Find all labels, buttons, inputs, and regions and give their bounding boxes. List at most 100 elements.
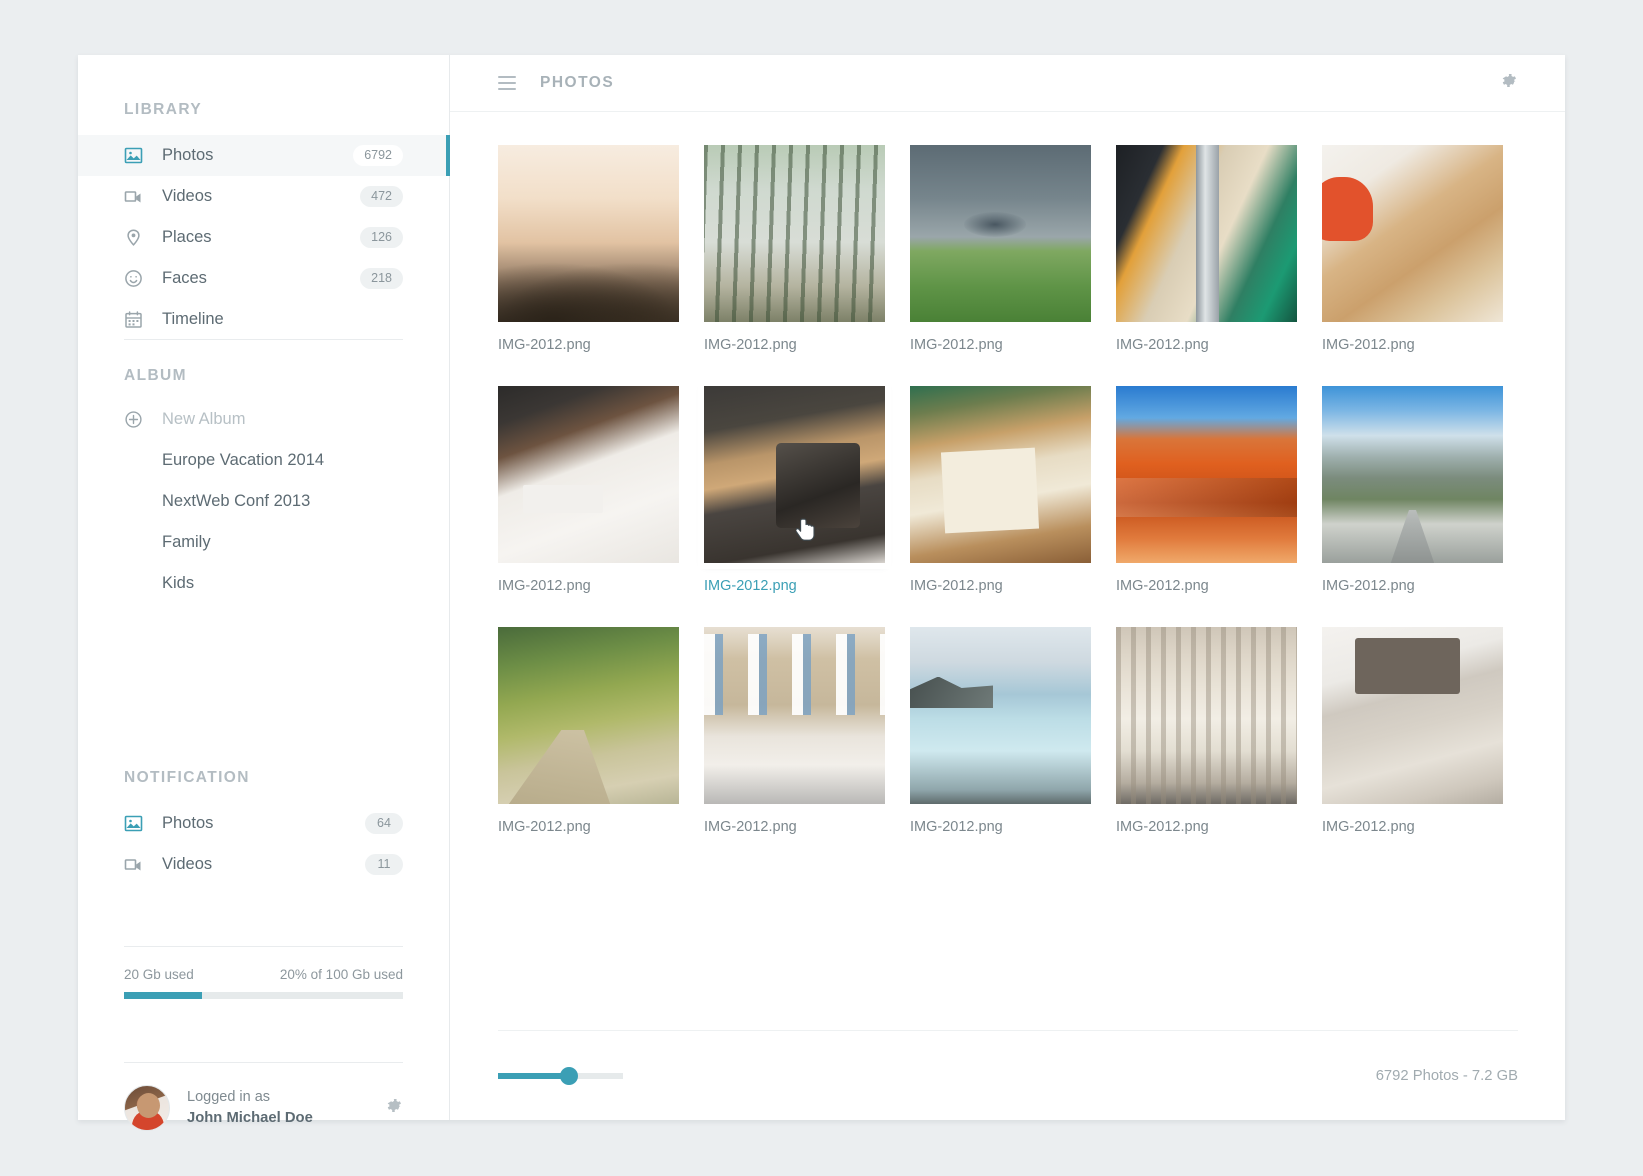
page-title: PHOTOS [540,74,615,91]
photo-caption: IMG-2012.png [1116,578,1209,594]
album-nav-list: New Album Europe Vacation 2014 NextWeb C… [78,399,449,604]
photo-thumbnail[interactable] [704,386,885,563]
photo-caption: IMG-2012.png [704,578,797,594]
photo-thumbnail[interactable] [1322,145,1503,322]
album-label: Family [162,533,211,551]
sidebar-item-videos[interactable]: Videos 472 [78,176,449,217]
avatar [124,1085,170,1131]
photo-cell[interactable]: IMG-2012.png [1322,386,1503,594]
pin-icon [124,228,143,247]
photo-caption: IMG-2012.png [704,337,797,353]
notification-nav-list: Photos 64 Videos 11 [78,803,449,885]
zoom-slider-thumb[interactable] [560,1066,579,1085]
photo-cell[interactable]: IMG-2012.png [498,627,679,835]
photo-cell[interactable]: IMG-2012.png [704,627,885,835]
sidebar-album-kids[interactable]: Kids [78,563,449,604]
video-icon [124,855,143,874]
sidebar-item-label: Photos [162,146,214,164]
new-album-label: New Album [162,410,246,428]
user-text: Logged in as John Michael Doe [187,1087,384,1129]
photo-cell[interactable]: IMG-2012.png [1322,145,1503,353]
photo-caption: IMG-2012.png [498,337,591,353]
sidebar-album-family[interactable]: Family [78,522,449,563]
photo-caption: IMG-2012.png [1322,819,1415,835]
photo-thumbnail[interactable] [910,386,1091,563]
hamburger-icon[interactable] [498,76,516,90]
photo-thumbnail[interactable] [910,627,1091,804]
photo-thumbnail[interactable] [498,145,679,322]
library-section-title: LIBRARY [124,101,203,118]
storage-meter: 20 Gb used 20% of 100 Gb used [124,967,403,999]
notification-item-photos[interactable]: Photos 64 [78,803,449,844]
sidebar-item-label: Places [162,228,212,246]
notification-section-title: NOTIFICATION [124,769,250,786]
photo-cell[interactable]: IMG-2012.png [910,386,1091,594]
library-stats: 6792 Photos - 7.2 GB [1375,1067,1518,1084]
user-name: John Michael Doe [187,1109,313,1126]
photo-thumbnail[interactable] [498,627,679,804]
album-label: Kids [162,574,195,592]
image-icon [124,146,143,165]
sidebar-item-faces[interactable]: Faces 218 [78,258,449,299]
photo-cell[interactable]: IMG-2012.png [498,145,679,353]
sidebar-item-badge: 472 [360,186,403,207]
sidebar-item-badge: 6792 [353,145,403,166]
photo-caption: IMG-2012.png [1322,578,1415,594]
zoom-slider[interactable] [498,1066,623,1085]
photo-caption: IMG-2012.png [910,578,1003,594]
sidebar-item-timeline[interactable]: Timeline [78,299,449,340]
photo-grid: IMG-2012.png IMG-2012.png IMG-2012.png I… [450,112,1565,835]
new-album-button[interactable]: New Album [78,399,449,440]
photo-caption: IMG-2012.png [704,819,797,835]
app-window: LIBRARY Photos 6792 Videos 472 Places 12… [78,55,1565,1131]
photo-caption: IMG-2012.png [910,819,1003,835]
photo-thumbnail[interactable] [910,145,1091,322]
photo-thumbnail[interactable] [1322,627,1503,804]
photo-caption: IMG-2012.png [1116,337,1209,353]
sidebar: LIBRARY Photos 6792 Videos 472 Places 12… [78,55,450,1131]
photo-cell[interactable]: IMG-2012.png [1116,627,1297,835]
main-content: PHOTOS IMG-2012.png IMG-2012.png IMG-201… [450,55,1565,1120]
smiley-icon [124,269,143,288]
pointer-cursor-icon [795,518,818,544]
photo-caption: IMG-2012.png [1116,819,1209,835]
storage-percent-label: 20% of 100 Gb used [279,967,403,982]
storage-labels: 20 Gb used 20% of 100 Gb used [124,967,403,982]
gear-icon[interactable] [384,1096,403,1120]
user-account-row[interactable]: Logged in as John Michael Doe [124,1085,403,1131]
photo-thumbnail[interactable] [1322,386,1503,563]
photo-thumbnail[interactable] [1116,627,1297,804]
notification-item-badge: 11 [365,854,403,875]
photo-thumbnail[interactable] [1116,386,1297,563]
video-icon [124,187,143,206]
photo-cell[interactable]: IMG-2012.png [1116,386,1297,594]
album-section-title: ALBUM [124,367,187,384]
photo-cell[interactable]: IMG-2012.png [498,386,679,594]
photo-thumbnail[interactable] [704,145,885,322]
sidebar-item-badge: 126 [360,227,403,248]
photo-cell-selected[interactable]: IMG-2012.png [704,386,885,594]
bottom-toolbar: 6792 Photos - 7.2 GB [498,1030,1518,1120]
calendar-icon [124,310,143,329]
gear-icon[interactable] [1499,71,1518,95]
sidebar-album-europe-vacation-2014[interactable]: Europe Vacation 2014 [78,440,449,481]
photo-thumbnail[interactable] [498,386,679,563]
photo-cell[interactable]: IMG-2012.png [1322,627,1503,835]
notification-item-label: Videos [162,855,213,873]
photo-thumbnail[interactable] [1116,145,1297,322]
photo-cell[interactable]: IMG-2012.png [704,145,885,353]
photo-cell[interactable]: IMG-2012.png [910,627,1091,835]
photo-thumbnail[interactable] [704,627,885,804]
sidebar-divider-user [124,1062,403,1063]
plus-circle-icon [124,410,143,429]
library-nav-list: Photos 6792 Videos 472 Places 126 Faces … [78,135,450,340]
photo-caption: IMG-2012.png [1322,337,1415,353]
sidebar-album-nextweb-conf-2013[interactable]: NextWeb Conf 2013 [78,481,449,522]
photo-cell[interactable]: IMG-2012.png [910,145,1091,353]
photo-caption: IMG-2012.png [498,819,591,835]
sidebar-item-places[interactable]: Places 126 [78,217,449,258]
photo-cell[interactable]: IMG-2012.png [1116,145,1297,353]
notification-item-videos[interactable]: Videos 11 [78,844,449,885]
sidebar-item-photos[interactable]: Photos 6792 [78,135,450,176]
photo-caption: IMG-2012.png [498,578,591,594]
